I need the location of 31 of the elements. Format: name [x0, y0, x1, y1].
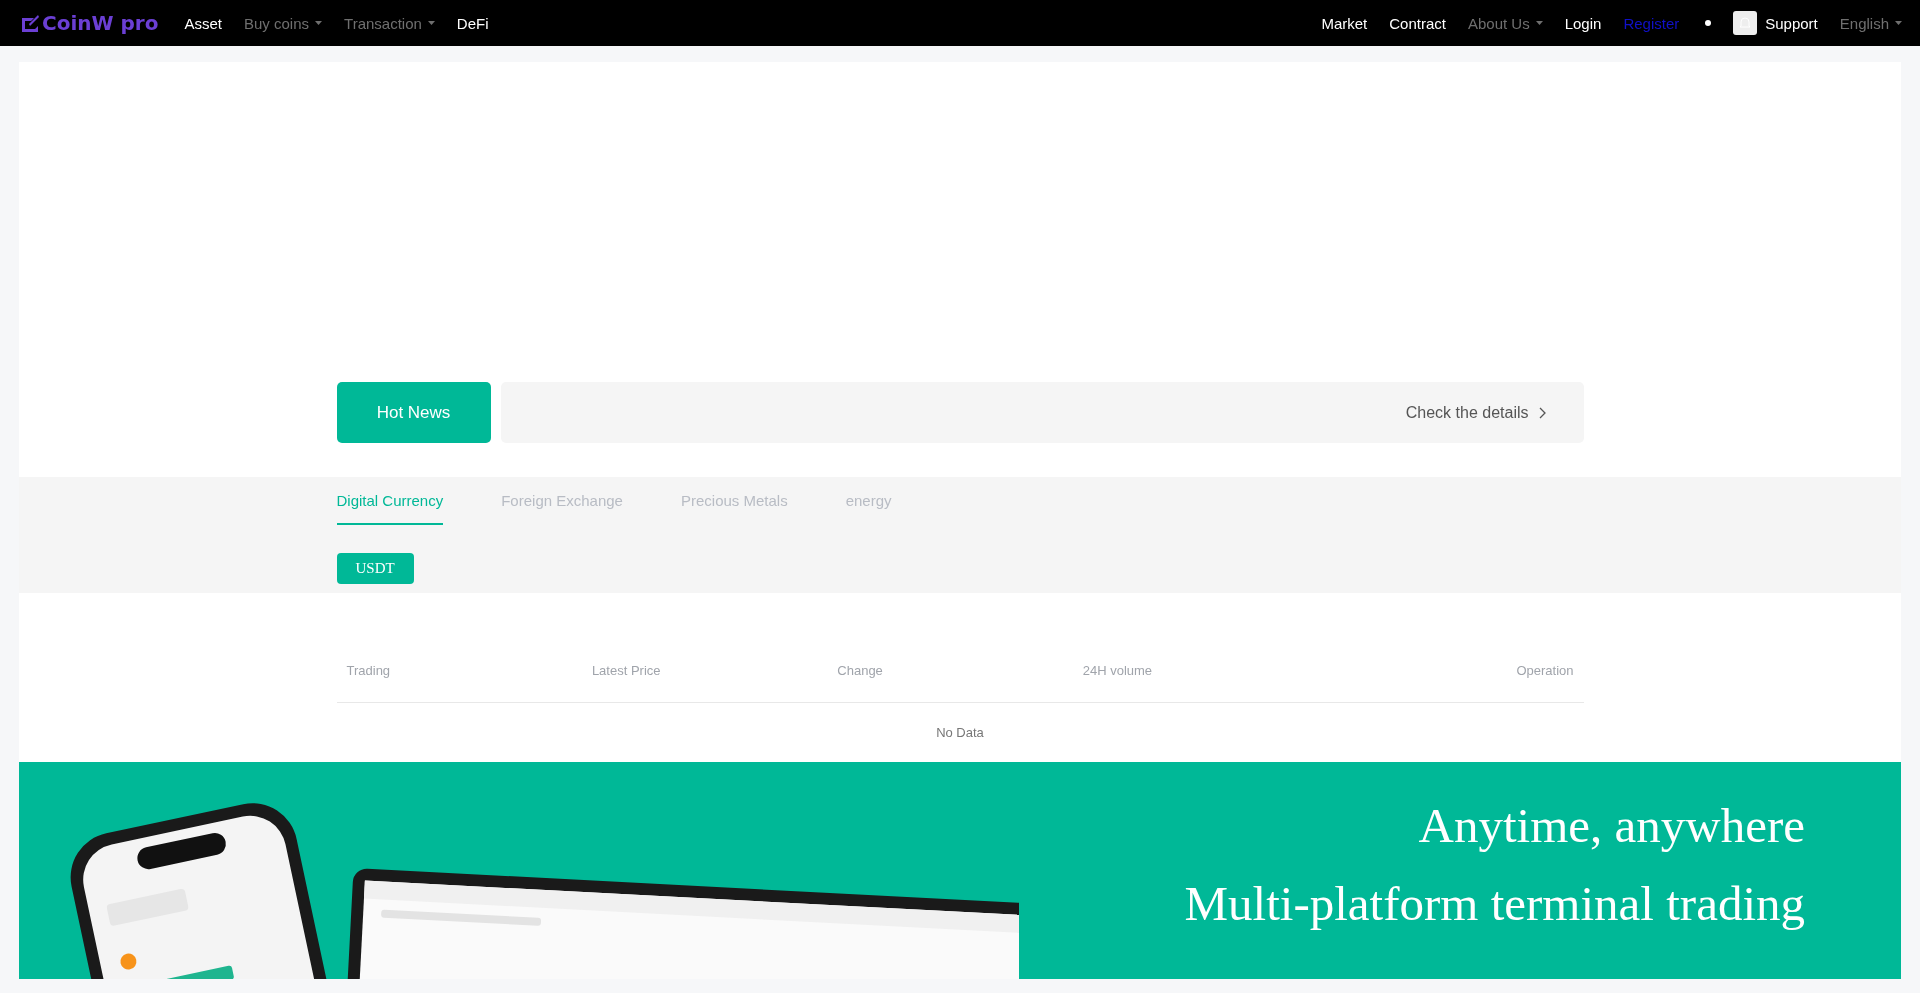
- nav-link[interactable]: Market: [1321, 14, 1368, 32]
- column-header: Change: [837, 663, 884, 678]
- nav-link[interactable]: Buy coins: [244, 14, 323, 32]
- nav-link[interactable]: About Us: [1468, 14, 1543, 32]
- hot-news-badge: Hot News: [336, 382, 491, 443]
- chevron-right-icon: [1538, 406, 1546, 419]
- dot-icon: [1705, 20, 1712, 26]
- nav-link[interactable]: Login: [1564, 14, 1602, 32]
- column-header: 24H volume: [1082, 663, 1154, 678]
- column-header: Latest Price: [591, 663, 662, 678]
- caret-icon: [427, 21, 435, 25]
- nav-link[interactable]: Contract: [1389, 14, 1446, 32]
- nav-link[interactable]: DeFi: [456, 14, 489, 32]
- nav-link[interactable]: Transaction: [344, 14, 435, 32]
- empty-message: No Data: [935, 724, 985, 742]
- bell-icon[interactable]: [1733, 11, 1758, 35]
- support-link[interactable]: Support: [1765, 14, 1818, 32]
- logo-icon: [20, 13, 40, 33]
- nav-link[interactable]: English: [1839, 14, 1902, 32]
- market-tab[interactable]: Digital Currency: [336, 492, 444, 525]
- nav-link[interactable]: Asset: [184, 14, 222, 32]
- caret-icon: [315, 21, 323, 25]
- caret-icon: [1535, 21, 1543, 25]
- details-link[interactable]: Check the details: [1405, 403, 1546, 422]
- quote-button[interactable]: USDT: [336, 553, 414, 584]
- column-header: Trading: [346, 663, 392, 678]
- caret-icon: [1895, 21, 1902, 25]
- banner-heading: Multi-platform terminal trading: [1184, 876, 1805, 932]
- banner-heading: Anytime, anywhere: [1418, 798, 1805, 854]
- logo-text[interactable]: CoinW pro: [42, 11, 159, 35]
- column-header: Operation: [1515, 663, 1574, 678]
